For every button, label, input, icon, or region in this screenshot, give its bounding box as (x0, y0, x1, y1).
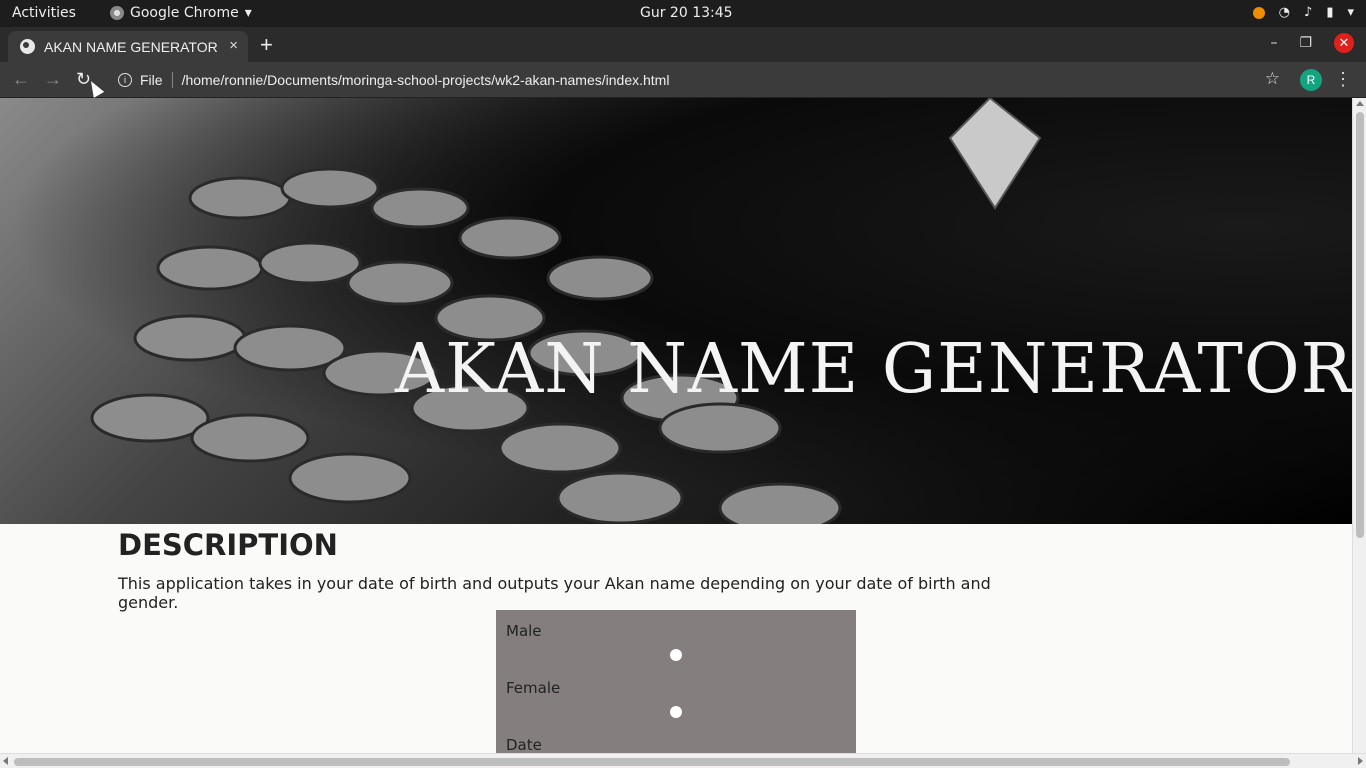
profile-avatar[interactable]: R (1300, 69, 1322, 91)
notification-dot-icon (1252, 6, 1265, 19)
system-top-bar: Activities Google Chrome ▾ Gur 20 13:45 … (0, 0, 1366, 27)
chevron-down-icon: ▾ (244, 5, 252, 21)
app-name: Google Chrome (130, 5, 239, 21)
url-scheme: File (140, 72, 163, 88)
date-label: Date (506, 736, 542, 753)
horizontal-scroll-thumb[interactable] (14, 758, 1290, 766)
activities-button[interactable]: Activities (12, 5, 76, 21)
close-tab-icon[interactable]: × (229, 37, 238, 54)
male-label: Male (506, 622, 542, 640)
horizontal-scrollbar[interactable] (0, 753, 1366, 768)
female-radio[interactable] (670, 706, 682, 718)
female-label: Female (506, 679, 561, 697)
wifi-icon: ◔ (1278, 5, 1291, 20)
chrome-icon (110, 6, 124, 20)
kebab-menu-icon[interactable]: ⋮ (1334, 69, 1352, 90)
battery-icon: ▮ (1326, 5, 1334, 20)
page-viewport: AKAN NAME GENERATOR ..... DESCRIPTION Th… (0, 98, 1352, 753)
minimize-icon[interactable]: – (1270, 35, 1277, 51)
volume-icon: ♪ (1304, 5, 1313, 20)
scroll-up-arrow-icon[interactable] (1356, 101, 1364, 106)
vertical-scroll-thumb[interactable] (1356, 112, 1364, 538)
tab-title: AKAN NAME GENERATOR (44, 38, 218, 55)
description-section: DESCRIPTION This application takes in yo… (118, 528, 1018, 612)
tab-akan-name-generator[interactable]: AKAN NAME GENERATOR × (8, 31, 248, 62)
scroll-left-arrow-icon[interactable] (3, 757, 8, 765)
tab-strip: AKAN NAME GENERATOR × + – ❐ ✕ (0, 27, 1366, 62)
info-icon[interactable]: i (118, 73, 132, 87)
vertical-scrollbar[interactable] (1352, 98, 1366, 753)
scroll-right-arrow-icon[interactable] (1358, 757, 1363, 765)
browser-toolbar: ← → ↻ i File /home/ronnie/Documents/mori… (0, 62, 1366, 98)
description-text: This application takes in your date of b… (118, 574, 991, 612)
description-heading: DESCRIPTION (118, 528, 338, 562)
chevron-down-icon: ▾ (1347, 5, 1354, 20)
restore-icon[interactable]: ❐ (1299, 35, 1312, 51)
address-bar[interactable]: i File /home/ronnie/Documents/moringa-sc… (108, 67, 1288, 93)
url-text[interactable]: /home/ronnie/Documents/moringa-school-pr… (182, 72, 670, 88)
forward-arrow-icon[interactable]: → (44, 69, 62, 90)
page-title: AKAN NAME GENERATOR ..... (395, 330, 1352, 409)
back-arrow-icon[interactable]: ← (12, 69, 30, 90)
window-controls: – ❐ ✕ (1270, 33, 1354, 53)
akan-form: Male Female Date (496, 610, 856, 753)
new-tab-button[interactable]: + (260, 32, 273, 58)
clock[interactable]: Gur 20 13:45 (640, 5, 733, 21)
system-tray[interactable]: ◔ ♪ ▮ ▾ (1252, 5, 1354, 20)
divider (171, 72, 173, 88)
app-menu[interactable]: Google Chrome ▾ (110, 5, 252, 21)
close-window-button[interactable]: ✕ (1334, 33, 1354, 53)
globe-icon (20, 39, 35, 54)
male-radio[interactable] (670, 649, 682, 661)
typewriter-keys-image (90, 98, 1042, 524)
bookmark-star-icon[interactable]: ☆ (1265, 69, 1280, 89)
hero-banner: AKAN NAME GENERATOR ..... (0, 98, 1352, 524)
